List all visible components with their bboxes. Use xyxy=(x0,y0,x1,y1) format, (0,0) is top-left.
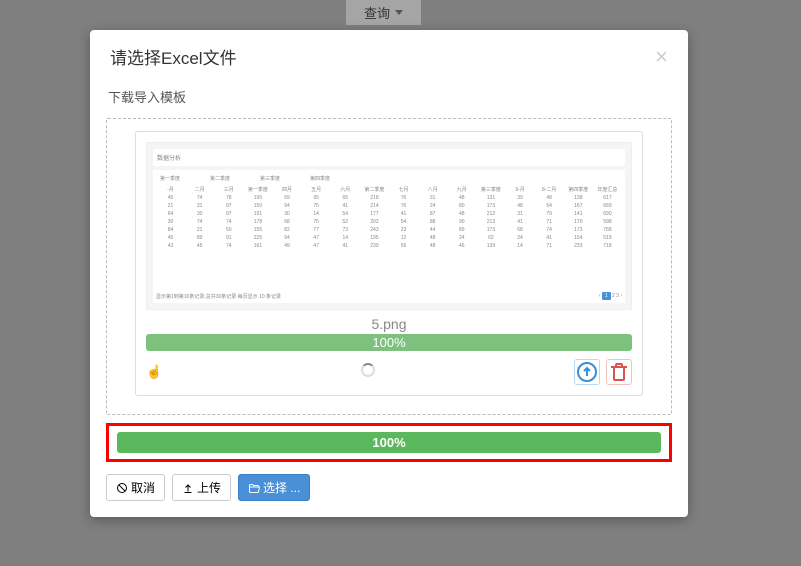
query-button[interactable]: 查询 xyxy=(346,0,421,25)
preview-col-headers: -月二月三月第一季度四月五月六月第二季度七月八月九月第三季度9-月8-二月第四季… xyxy=(156,186,622,193)
query-label: 查询 xyxy=(364,3,390,22)
file-actions xyxy=(146,359,632,385)
upload-icon xyxy=(182,482,194,494)
delete-file-icon-button[interactable] xyxy=(606,359,632,385)
cancel-button[interactable]: 取消 xyxy=(106,474,165,501)
preview-title-bar: 数据分析 xyxy=(153,149,625,166)
modal-dialog: 请选择Excel文件 × 下载导入模板 数据分析 第一季度 第二季度 第三季度 … xyxy=(90,30,688,517)
preview-data-row: 4574781956995652187631481313948138617 xyxy=(156,195,622,201)
file-name: 5.png xyxy=(146,316,632,332)
preview-data-row: 2131971509475412147624801734854167669 xyxy=(156,203,622,209)
cancel-icon xyxy=(116,482,128,494)
drag-handle-icon[interactable] xyxy=(146,363,162,381)
modal-body: 下载导入模板 数据分析 第一季度 第二季度 第三季度 第四季度 -月二月三月第一… xyxy=(90,87,688,462)
modal-title: 请选择Excel文件 xyxy=(110,44,237,69)
preview-data-row: 4345741614947412395948461391471233718 xyxy=(156,243,622,249)
file-preview-card: 数据分析 第一季度 第二季度 第三季度 第四季度 -月二月三月第一季度四月五月六… xyxy=(135,131,643,396)
folder-open-icon xyxy=(248,482,260,494)
download-template-link[interactable]: 下载导入模板 xyxy=(108,87,672,106)
select-button[interactable]: 选择 ... xyxy=(238,474,310,501)
preview-table-body: 4574781956995652187631481313948138617 213… xyxy=(156,195,622,289)
modal-footer: 取消 上传 选择 ... xyxy=(90,474,688,501)
preview-content: 第一季度 第二季度 第三季度 第四季度 -月二月三月第一季度四月五月六月第二季度… xyxy=(153,170,625,303)
preview-data-row: 6430971913014541774187482123179141690 xyxy=(156,211,622,217)
modal-header: 请选择Excel文件 × xyxy=(90,30,688,79)
preview-data-row: 458991225944714195124824622441154519 xyxy=(156,235,622,241)
preview-pagination: ‹ 1 2 3 › xyxy=(599,293,622,300)
overall-progress-bar: 100% xyxy=(117,432,661,453)
loading-spinner-icon xyxy=(361,363,375,377)
close-icon[interactable]: × xyxy=(655,46,668,68)
preview-data-row: 3074741786875522025488902134171170598 xyxy=(156,219,622,225)
upload-button[interactable]: 上传 xyxy=(172,474,231,501)
preview-footer: 显示第1到第10条记录,总共30条记录 每页显示 10 条记录 ‹ 1 2 3 … xyxy=(156,293,622,300)
file-thumbnail: 数据分析 第一季度 第二季度 第三季度 第四季度 -月二月三月第一季度四月五月六… xyxy=(146,142,632,310)
file-progress-bar: 100% xyxy=(146,334,632,351)
preview-data-row: 8421501558277732432344891736874173768 xyxy=(156,227,622,233)
dropzone[interactable]: 数据分析 第一季度 第二季度 第三季度 第四季度 -月二月三月第一季度四月五月六… xyxy=(106,118,672,415)
preview-group-headers: 第一季度 第二季度 第三季度 第四季度 xyxy=(156,173,622,184)
upload-file-icon-button[interactable] xyxy=(574,359,600,385)
overall-progress-highlight: 100% xyxy=(106,423,672,462)
